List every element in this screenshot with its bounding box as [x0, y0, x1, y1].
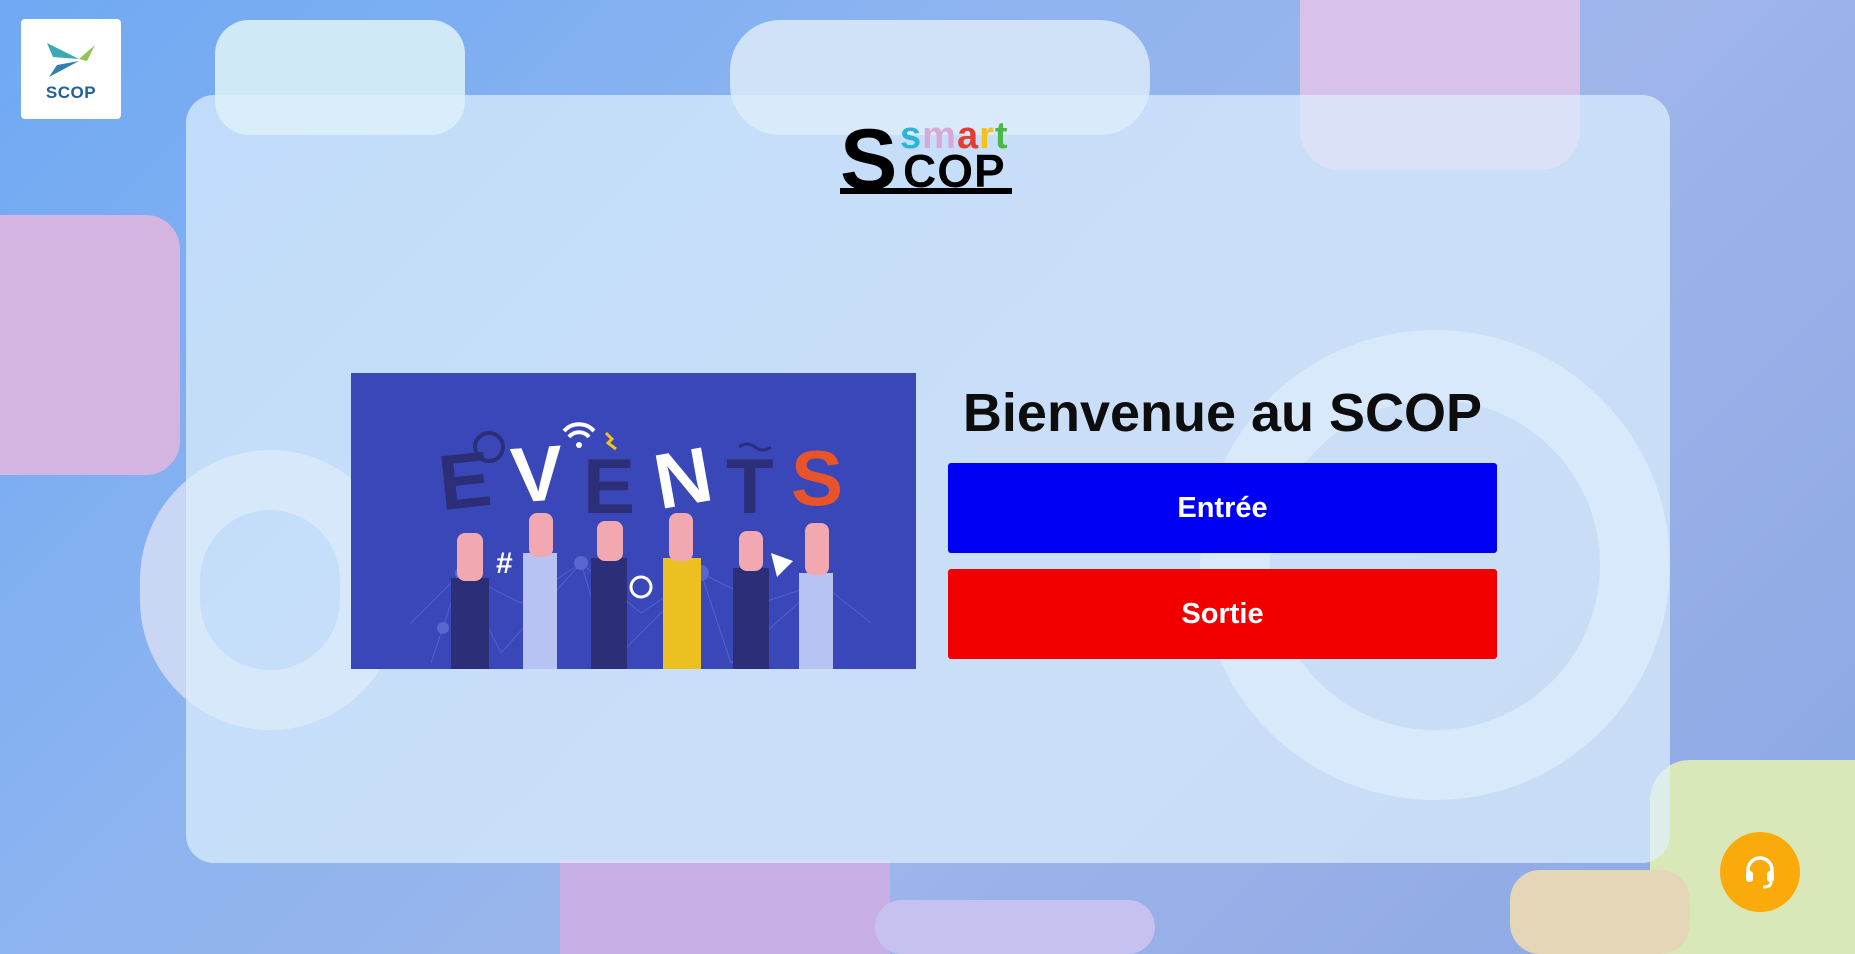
letter-e2: E: [583, 442, 635, 530]
scop-corner-logo[interactable]: SCOP: [21, 19, 121, 119]
wifi-icon: [562, 422, 596, 439]
letter-e1: E: [434, 434, 495, 527]
hash-symbol: #: [496, 547, 513, 580]
scop-arrows-icon: [47, 43, 95, 77]
brand-underline: [840, 188, 1012, 194]
events-letters: E V E N T S: [434, 428, 843, 530]
smart-scop-logo: smart S COP: [840, 112, 1015, 203]
events-illustration: E V E N T S #: [351, 373, 916, 669]
letter-t: T: [726, 442, 774, 530]
corner-logo-text: SCOP: [45, 83, 97, 102]
headset-icon: [1746, 856, 1774, 889]
letter-s: S: [791, 434, 843, 522]
entree-button[interactable]: Entrée: [948, 463, 1497, 553]
globe-icon: [629, 575, 653, 599]
support-button[interactable]: [1720, 832, 1800, 912]
letter-n: N: [648, 429, 719, 525]
play-icon: [771, 553, 793, 577]
sortie-button[interactable]: Sortie: [948, 569, 1497, 659]
letter-v: V: [508, 428, 566, 519]
welcome-title: Bienvenue au SCOP: [962, 383, 1483, 443]
